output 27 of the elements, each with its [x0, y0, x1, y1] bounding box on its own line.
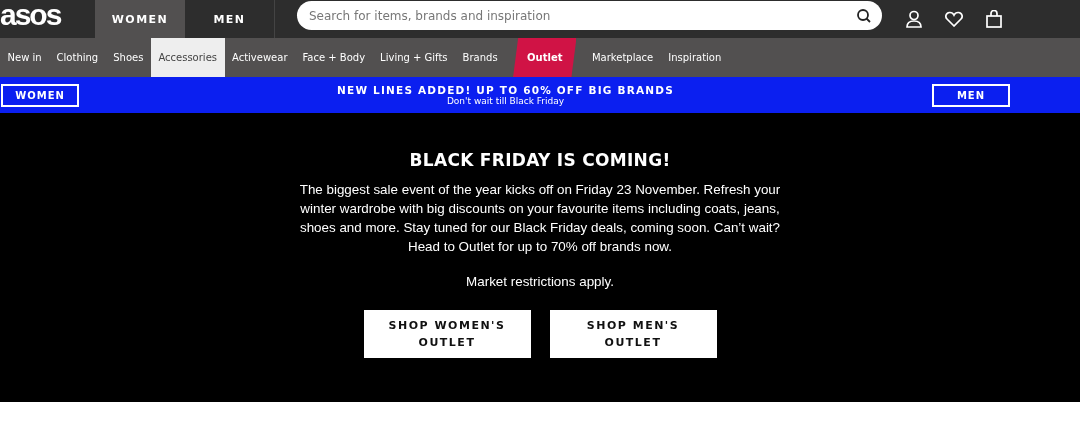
search-icon[interactable]: [856, 8, 872, 24]
account-icon[interactable]: [904, 9, 924, 29]
nav-link[interactable]: Accessories: [150, 38, 225, 77]
asos-logo[interactable]: asos: [0, 0, 95, 38]
nav-link[interactable]: Shoes: [105, 38, 151, 77]
sale-nav-link[interactable]: Outlet: [513, 38, 577, 77]
shop-outlet-button[interactable]: SHOP WOMEN'S OUTLET: [363, 310, 531, 358]
search-field[interactable]: Search for items, brands and inspiration: [297, 1, 882, 30]
promo-subline: Don't wait till Black Friday: [446, 96, 565, 106]
nav-link[interactable]: New in: [0, 38, 50, 77]
nav-link[interactable]: Activewear: [224, 38, 295, 77]
nav-link[interactable]: Face + Body: [295, 38, 373, 77]
hero-title: BLACK FRIDAY IS COMING!: [409, 150, 671, 170]
heart-icon[interactable]: [944, 9, 964, 29]
men-promo-button[interactable]: MEN: [932, 83, 1010, 107]
nav-link[interactable]: Living + Gifts: [372, 38, 456, 77]
hero-body: The biggest sale event of the year kicks off on Friday 23 November. Refresh your winter wardrobe with big discounts on your favourite items including coats, jeans, shoes and more. Stay tuned for our Black Friday deals, coming soon. Can’t wait? Head to Outlet for up to 70% off brands now.: [298, 181, 782, 256]
shop-outlet-button[interactable]: SHOP MEN'S OUTLET: [549, 310, 717, 358]
promo-headline: NEW LINES ADDED! UP TO 60% OFF BIG BRANDS: [337, 84, 674, 96]
nav-link[interactable]: Brands: [455, 38, 506, 77]
bag-icon[interactable]: [984, 9, 1004, 29]
nav-link[interactable]: Marketplace: [584, 38, 661, 77]
women-promo-button[interactable]: WOMEN: [1, 83, 79, 107]
nav-link[interactable]: Inspiration: [660, 38, 729, 77]
nav-link[interactable]: Clothing: [49, 38, 106, 77]
gender-tab[interactable]: WOMEN: [95, 0, 185, 38]
restrictions-note: Market restrictions apply.: [466, 274, 614, 289]
